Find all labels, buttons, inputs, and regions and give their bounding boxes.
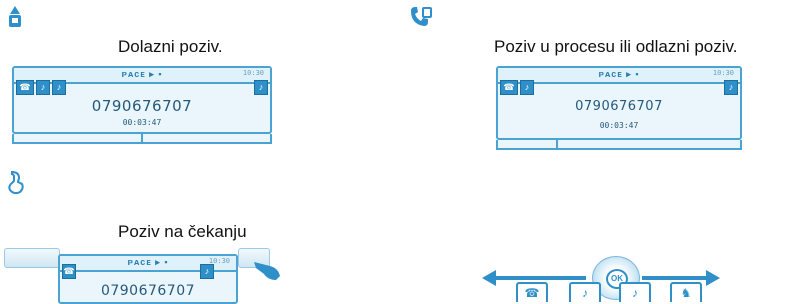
call-on-hold-screen: ᴘᴀᴄᴇ ▸ ▪ 10:30 ☎ ♪ 0790676707: [58, 254, 238, 304]
hand-pointer-icon: [252, 258, 282, 282]
incoming-call-caption: Dolazni poziv.: [118, 37, 223, 56]
screen-title: ᴘᴀᴄᴇ ▸ ▪: [598, 69, 640, 79]
call-tab[interactable]: ♪: [520, 80, 534, 95]
hold-left-tube: [4, 248, 60, 268]
caller-number: 0790676707: [575, 99, 663, 114]
nav-left-arrow: [494, 276, 586, 280]
call-tab-active[interactable]: ☎: [62, 264, 76, 279]
call-in-progress-caption: Poziv u procesu ili odlazni poziv.: [494, 37, 738, 56]
call-tab-right[interactable]: ♪: [254, 80, 268, 95]
call-duration: 00:03:47: [122, 118, 162, 127]
call-tab-active[interactable]: ☎: [500, 80, 518, 95]
hold-key[interactable]: ♪: [619, 282, 651, 302]
call-key[interactable]: ☎: [516, 282, 548, 302]
incoming-call-icon: [6, 4, 24, 30]
hold-key[interactable]: ♪: [569, 282, 601, 302]
screen-time: 10:30: [242, 69, 264, 77]
call-on-hold-icon: [6, 170, 26, 196]
screen-footer: [496, 140, 742, 150]
incoming-key[interactable]: ♞: [670, 282, 702, 302]
screen-time: 10:30: [712, 69, 734, 77]
nav-right-arrow-head: [706, 270, 720, 286]
caller-number: 0790676707: [91, 97, 193, 115]
nav-right-arrow: [642, 276, 708, 280]
footer-divider: [556, 140, 558, 150]
call-tab[interactable]: ♪: [52, 80, 66, 95]
call-tab-active[interactable]: ☎: [16, 80, 34, 95]
footer-divider: [141, 134, 143, 144]
call-on-hold-caption: Poziv na čekanju: [118, 222, 247, 241]
screen-status-bar: ᴘᴀᴄᴇ ▸ ▪ 10:30: [498, 68, 740, 84]
call-tab-right[interactable]: ♪: [724, 80, 738, 95]
call-in-progress-screen: ᴘᴀᴄᴇ ▸ ▪ 10:30 ☎ ♪ ♪ 0790676707 00:03:47: [496, 66, 742, 140]
call-in-progress-icon: [408, 5, 434, 31]
screen-title: ᴘᴀᴄᴇ ▸ ▪: [121, 69, 163, 79]
call-duration: 00:03:47: [599, 121, 639, 130]
call-tab[interactable]: ♪: [36, 80, 50, 95]
caller-number: 0790676707: [100, 283, 196, 299]
call-tab-right[interactable]: ♪: [200, 264, 214, 279]
incoming-call-screen: ᴘᴀᴄᴇ ▸ ▪ 10:30 ☎ ♪ ♪ ♪ 0790676707 00:03:…: [12, 66, 272, 134]
nav-left-arrow-head: [482, 270, 496, 286]
